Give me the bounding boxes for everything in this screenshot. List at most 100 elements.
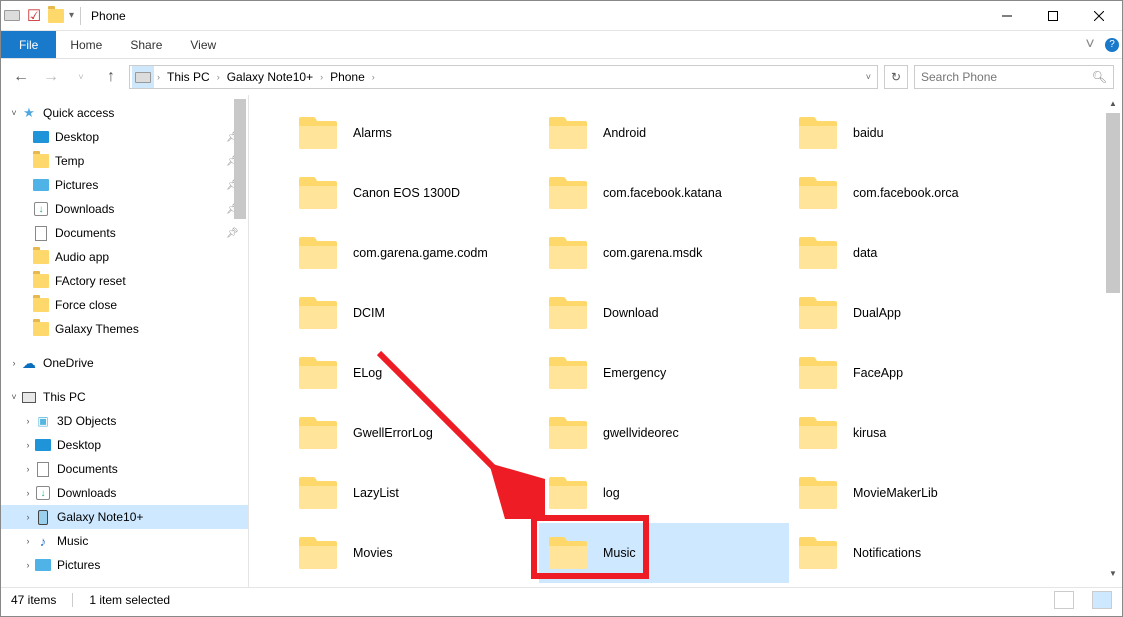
- tree-scrollbar[interactable]: [234, 99, 246, 219]
- folder-item[interactable]: Emergency: [539, 343, 789, 403]
- chevron-right-icon[interactable]: ›: [21, 440, 35, 450]
- close-button[interactable]: [1076, 1, 1122, 31]
- chevron-right-icon[interactable]: ›: [21, 560, 35, 570]
- folder-item[interactable]: DCIM: [289, 283, 539, 343]
- addr-history-icon[interactable]: ˅: [862, 72, 875, 82]
- tree-quick-access[interactable]: ˅ ★ Quick access: [1, 101, 248, 125]
- content-pane[interactable]: Alarms Android baidu Canon EOS 1300D com…: [249, 95, 1122, 587]
- tree-item[interactable]: › ↓ Downloads: [1, 481, 248, 505]
- addr-device-icon[interactable]: [132, 66, 154, 88]
- scroll-down-icon[interactable]: ▼: [1106, 569, 1120, 583]
- address-bar[interactable]: › This PC › Galaxy Note10+ › Phone › ˅: [129, 65, 878, 89]
- crumb-thispc[interactable]: This PC: [163, 66, 214, 88]
- tree-item[interactable]: › Desktop: [1, 433, 248, 457]
- tab-home[interactable]: Home: [56, 31, 116, 58]
- help-icon[interactable]: ?: [1102, 31, 1122, 58]
- chevron-right-icon[interactable]: ›: [369, 72, 378, 82]
- view-details-button[interactable]: [1054, 591, 1074, 609]
- folder-item[interactable]: MovieMakerLib: [789, 463, 1039, 523]
- tab-view[interactable]: View: [176, 31, 230, 58]
- chevron-right-icon[interactable]: ›: [21, 464, 35, 474]
- forward-button[interactable]: →: [39, 65, 63, 89]
- tree-item[interactable]: Force close: [1, 293, 248, 317]
- nav-tree[interactable]: ˅ ★ Quick access Desktop 📌︎ Temp 📌︎ Pict…: [1, 95, 249, 587]
- qa-save-icon[interactable]: ☑: [26, 8, 42, 24]
- scroll-up-icon[interactable]: ▲: [1106, 99, 1120, 113]
- folder-item[interactable]: com.facebook.katana: [539, 163, 789, 223]
- search-icon[interactable]: 🔍︎: [1092, 70, 1107, 84]
- folder-item[interactable]: Canon EOS 1300D: [289, 163, 539, 223]
- tree-item[interactable]: › Documents: [1, 457, 248, 481]
- chevron-right-icon[interactable]: ›: [21, 536, 35, 546]
- tree-item[interactable]: › ▣ 3D Objects: [1, 409, 248, 433]
- tree-item[interactable]: ↓ Downloads 📌︎: [1, 197, 248, 221]
- ribbon-collapse-icon[interactable]: ˅: [1078, 31, 1102, 58]
- tree-this-pc[interactable]: ˅ This PC: [1, 385, 248, 409]
- folder-item[interactable]: LazyList: [289, 463, 539, 523]
- tree-item-label: Desktop: [55, 130, 226, 144]
- folder-icon: [797, 235, 839, 271]
- tree-item-label: Documents: [57, 462, 240, 476]
- search-input[interactable]: [921, 70, 1092, 84]
- qa-overflow-icon[interactable]: ▾: [69, 10, 74, 21]
- crumb-phone[interactable]: Phone: [326, 66, 369, 88]
- tree-onedrive[interactable]: › ☁ OneDrive: [1, 351, 248, 375]
- 3d-icon: ▣: [35, 413, 51, 429]
- chevron-right-icon[interactable]: ›: [154, 72, 163, 82]
- minimize-button[interactable]: [984, 1, 1030, 31]
- tree-item[interactable]: › Pictures: [1, 553, 248, 577]
- tree-item[interactable]: FActory reset: [1, 269, 248, 293]
- folder-item[interactable]: Notifications: [789, 523, 1039, 583]
- tree-item[interactable]: Desktop 📌︎: [1, 125, 248, 149]
- chevron-right-icon[interactable]: ›: [317, 72, 326, 82]
- recent-dropdown[interactable]: ˅: [69, 65, 93, 89]
- folder-item[interactable]: log: [539, 463, 789, 523]
- chevron-right-icon[interactable]: ›: [214, 72, 223, 82]
- folder-item[interactable]: Download: [539, 283, 789, 343]
- maximize-button[interactable]: [1030, 1, 1076, 31]
- folder-item[interactable]: ELog: [289, 343, 539, 403]
- chevron-down-icon[interactable]: ˅: [7, 392, 21, 402]
- tree-item[interactable]: Temp 📌︎: [1, 149, 248, 173]
- chevron-right-icon[interactable]: ›: [21, 488, 35, 498]
- folder-item[interactable]: com.facebook.orca: [789, 163, 1039, 223]
- chevron-right-icon[interactable]: ›: [21, 512, 35, 522]
- folder-item[interactable]: DualApp: [789, 283, 1039, 343]
- folder-item[interactable]: com.garena.msdk: [539, 223, 789, 283]
- tree-item[interactable]: Audio app: [1, 245, 248, 269]
- folder-item[interactable]: data: [789, 223, 1039, 283]
- folder-label: com.garena.game.codm: [353, 246, 488, 260]
- folder-item[interactable]: Android: [539, 103, 789, 163]
- folder-icon: [297, 175, 339, 211]
- back-button[interactable]: ←: [9, 65, 33, 89]
- title-bar: ☑ ▾ Phone: [1, 1, 1122, 31]
- folder-item[interactable]: Movies: [289, 523, 539, 583]
- chevron-right-icon[interactable]: ›: [21, 416, 35, 426]
- folder-item[interactable]: Alarms: [289, 103, 539, 163]
- tree-item[interactable]: › Galaxy Note10+: [1, 505, 248, 529]
- folder-icon: [297, 295, 339, 331]
- folder-item[interactable]: gwellvideorec: [539, 403, 789, 463]
- crumb-device[interactable]: Galaxy Note10+: [223, 66, 317, 88]
- tree-item[interactable]: Pictures 📌︎: [1, 173, 248, 197]
- folder-item[interactable]: kirusa: [789, 403, 1039, 463]
- refresh-button[interactable]: ↻: [884, 65, 908, 89]
- folder-item[interactable]: Music: [539, 523, 789, 583]
- content-scrollbar[interactable]: ▲ ▼: [1106, 99, 1120, 583]
- folder-item[interactable]: GwellErrorLog: [289, 403, 539, 463]
- tab-share[interactable]: Share: [116, 31, 176, 58]
- chevron-down-icon[interactable]: ˅: [7, 108, 21, 118]
- view-icons-button[interactable]: [1092, 591, 1112, 609]
- folder-item[interactable]: FaceApp: [789, 343, 1039, 403]
- file-tab[interactable]: File: [1, 31, 56, 58]
- folder-item[interactable]: baidu: [789, 103, 1039, 163]
- tree-item[interactable]: Galaxy Themes: [1, 317, 248, 341]
- up-button[interactable]: ↑: [99, 65, 123, 89]
- chevron-right-icon[interactable]: ›: [7, 358, 21, 368]
- tree-item[interactable]: Documents 📌︎: [1, 221, 248, 245]
- tree-item[interactable]: › ♪ Music: [1, 529, 248, 553]
- qa-folder-icon[interactable]: [48, 8, 64, 24]
- scroll-thumb[interactable]: [1106, 113, 1120, 293]
- folder-item[interactable]: com.garena.game.codm: [289, 223, 539, 283]
- search-box[interactable]: 🔍︎: [914, 65, 1114, 89]
